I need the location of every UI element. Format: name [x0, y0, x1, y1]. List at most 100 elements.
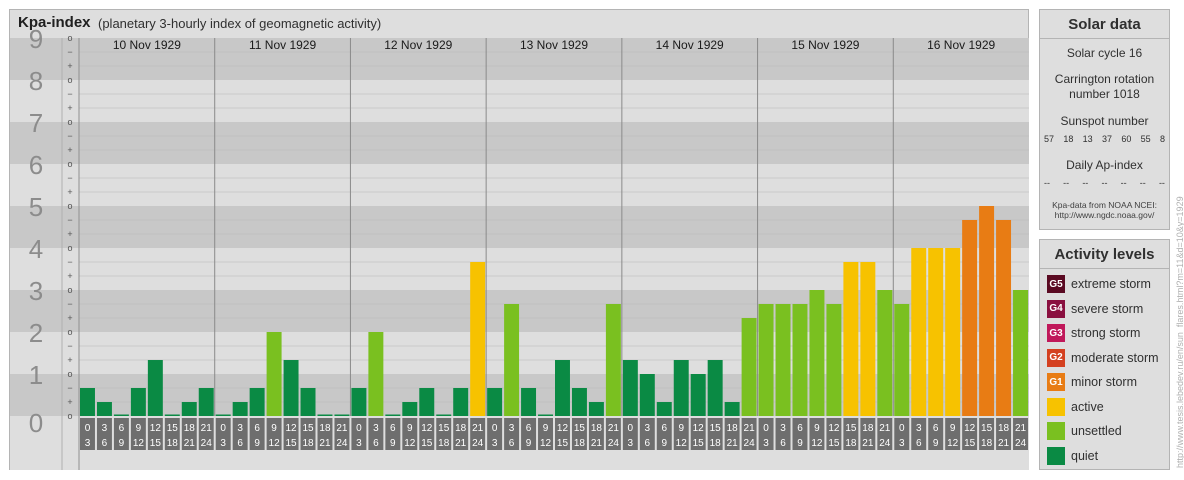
- kp-bar: [283, 360, 299, 416]
- kp-bar: [96, 402, 112, 416]
- interval-start-label: 6: [119, 423, 125, 434]
- day-date-label: 15 Nov 1929: [791, 38, 859, 52]
- ap-value: --: [1101, 178, 1108, 188]
- interval-end-label: 24: [1015, 438, 1027, 449]
- interval-end-label: 3: [899, 438, 905, 449]
- interval-end-label: 24: [879, 438, 891, 449]
- interval-start-label: 18: [319, 423, 331, 434]
- interval-end-label: 15: [693, 438, 705, 449]
- sunspot-value: 55: [1140, 134, 1151, 144]
- kp-bar: [911, 248, 927, 416]
- kp-bar: [198, 387, 214, 416]
- interval-start-label: 15: [302, 423, 314, 434]
- interval-end-label: 21: [184, 438, 196, 449]
- interval-start-label: 12: [693, 423, 705, 434]
- kp-bar: [639, 374, 655, 416]
- interval-end-label: 6: [102, 438, 108, 449]
- interval-end-label: 6: [509, 438, 515, 449]
- kp-bar: [605, 303, 621, 416]
- legend-swatch: G5: [1047, 275, 1065, 294]
- y-level-label: 5: [29, 192, 43, 222]
- kp-bar: [334, 414, 350, 416]
- kp-bar: [928, 248, 944, 416]
- y-subtick-label: +: [67, 61, 72, 71]
- solar-data-box: Solar data Solar cycle 16 Carrington rot…: [1039, 9, 1170, 230]
- interval-end-label: 6: [780, 438, 786, 449]
- interval-end-label: 6: [373, 438, 379, 449]
- interval-start-label: 21: [744, 423, 756, 434]
- interval-start-label: 0: [628, 423, 634, 434]
- interval-start-label: 0: [85, 423, 91, 434]
- data-source-note: Kpa-data from NOAA NCEI: http://www.ngdc…: [1040, 200, 1169, 220]
- y-subtick-label: −: [67, 131, 72, 141]
- y-subtick-label: −: [67, 299, 72, 309]
- kp-level-band: [10, 164, 1029, 206]
- kp-bar: [673, 360, 689, 416]
- interval-end-label: 18: [438, 438, 450, 449]
- kp-bar: [436, 414, 452, 416]
- interval-start-label: 21: [1015, 423, 1027, 434]
- sunspot-value: 60: [1121, 134, 1132, 144]
- day-date-label: 14 Nov 1929: [656, 38, 724, 52]
- legend-swatch: [1047, 397, 1065, 416]
- interval-start-label: 3: [509, 423, 515, 434]
- interval-end-label: 3: [85, 438, 91, 449]
- y-level-label: 1: [29, 360, 43, 390]
- interval-start-label: 12: [557, 423, 569, 434]
- legend-label: quiet: [1071, 448, 1099, 463]
- ap-value: --: [1139, 178, 1146, 188]
- interval-end-label: 15: [557, 438, 569, 449]
- interval-end-label: 15: [828, 438, 840, 449]
- interval-end-label: 9: [797, 438, 803, 449]
- interval-end-label: 9: [390, 438, 396, 449]
- interval-end-label: 3: [492, 438, 498, 449]
- interval-end-label: 12: [404, 438, 416, 449]
- y-level-label: 4: [29, 234, 43, 264]
- interval-start-label: 12: [421, 423, 433, 434]
- kp-bar: [487, 387, 503, 416]
- kp-bar: [792, 303, 808, 416]
- kp-bar: [266, 332, 282, 416]
- kp-bar: [690, 374, 706, 416]
- day-date-label: 11 Nov 1929: [249, 38, 316, 52]
- kp-bar: [741, 318, 757, 416]
- interval-start-label: 15: [438, 423, 450, 434]
- interval-start-label: 0: [220, 423, 226, 434]
- interval-start-label: 15: [167, 423, 179, 434]
- interval-start-label: 15: [845, 423, 857, 434]
- kp-bar: [775, 303, 791, 416]
- y-subtick-label: o: [67, 117, 72, 127]
- interval-end-label: 15: [150, 438, 162, 449]
- kp-level-band: [10, 206, 1029, 248]
- interval-start-label: 21: [472, 423, 484, 434]
- kp-bar: [164, 414, 180, 416]
- kpa-chart: 0123456789o+o−+o−+o−+o−+o−+o−+o−+o−+o− 10…: [10, 24, 1029, 470]
- ap-value: --: [1158, 178, 1165, 188]
- legend-item: G1 minor storm: [1040, 370, 1169, 395]
- interval-end-label: 24: [336, 438, 348, 449]
- kp-level-band: [10, 374, 1029, 416]
- interval-start-label: 21: [336, 423, 348, 434]
- interval-start-label: 12: [828, 423, 840, 434]
- kp-bar: [385, 414, 401, 416]
- interval-end-label: 18: [574, 438, 586, 449]
- carrington-rotation: Carrington rotation number 1018: [1040, 72, 1169, 102]
- day-date-label: 16 Nov 1929: [927, 38, 995, 52]
- solar-data-title: Solar data: [1040, 10, 1169, 39]
- kp-bar: [996, 219, 1012, 416]
- interval-start-label: 6: [661, 423, 667, 434]
- interval-start-label: 9: [814, 423, 820, 434]
- interval-start-label: 3: [916, 423, 922, 434]
- interval-start-label: 18: [184, 423, 196, 434]
- legend-swatch: [1047, 446, 1065, 465]
- source-link[interactable]: http://www.ngdc.noaa.gov/: [1040, 210, 1169, 220]
- interval-start-label: 12: [150, 423, 162, 434]
- y-subtick-label: −: [67, 89, 72, 99]
- interval-end-label: 12: [676, 438, 688, 449]
- kp-bar: [1013, 290, 1028, 416]
- interval-end-label: 9: [526, 438, 532, 449]
- interval-end-label: 21: [319, 438, 331, 449]
- interval-end-label: 3: [763, 438, 769, 449]
- interval-end-label: 12: [540, 438, 552, 449]
- kp-bar: [555, 360, 570, 416]
